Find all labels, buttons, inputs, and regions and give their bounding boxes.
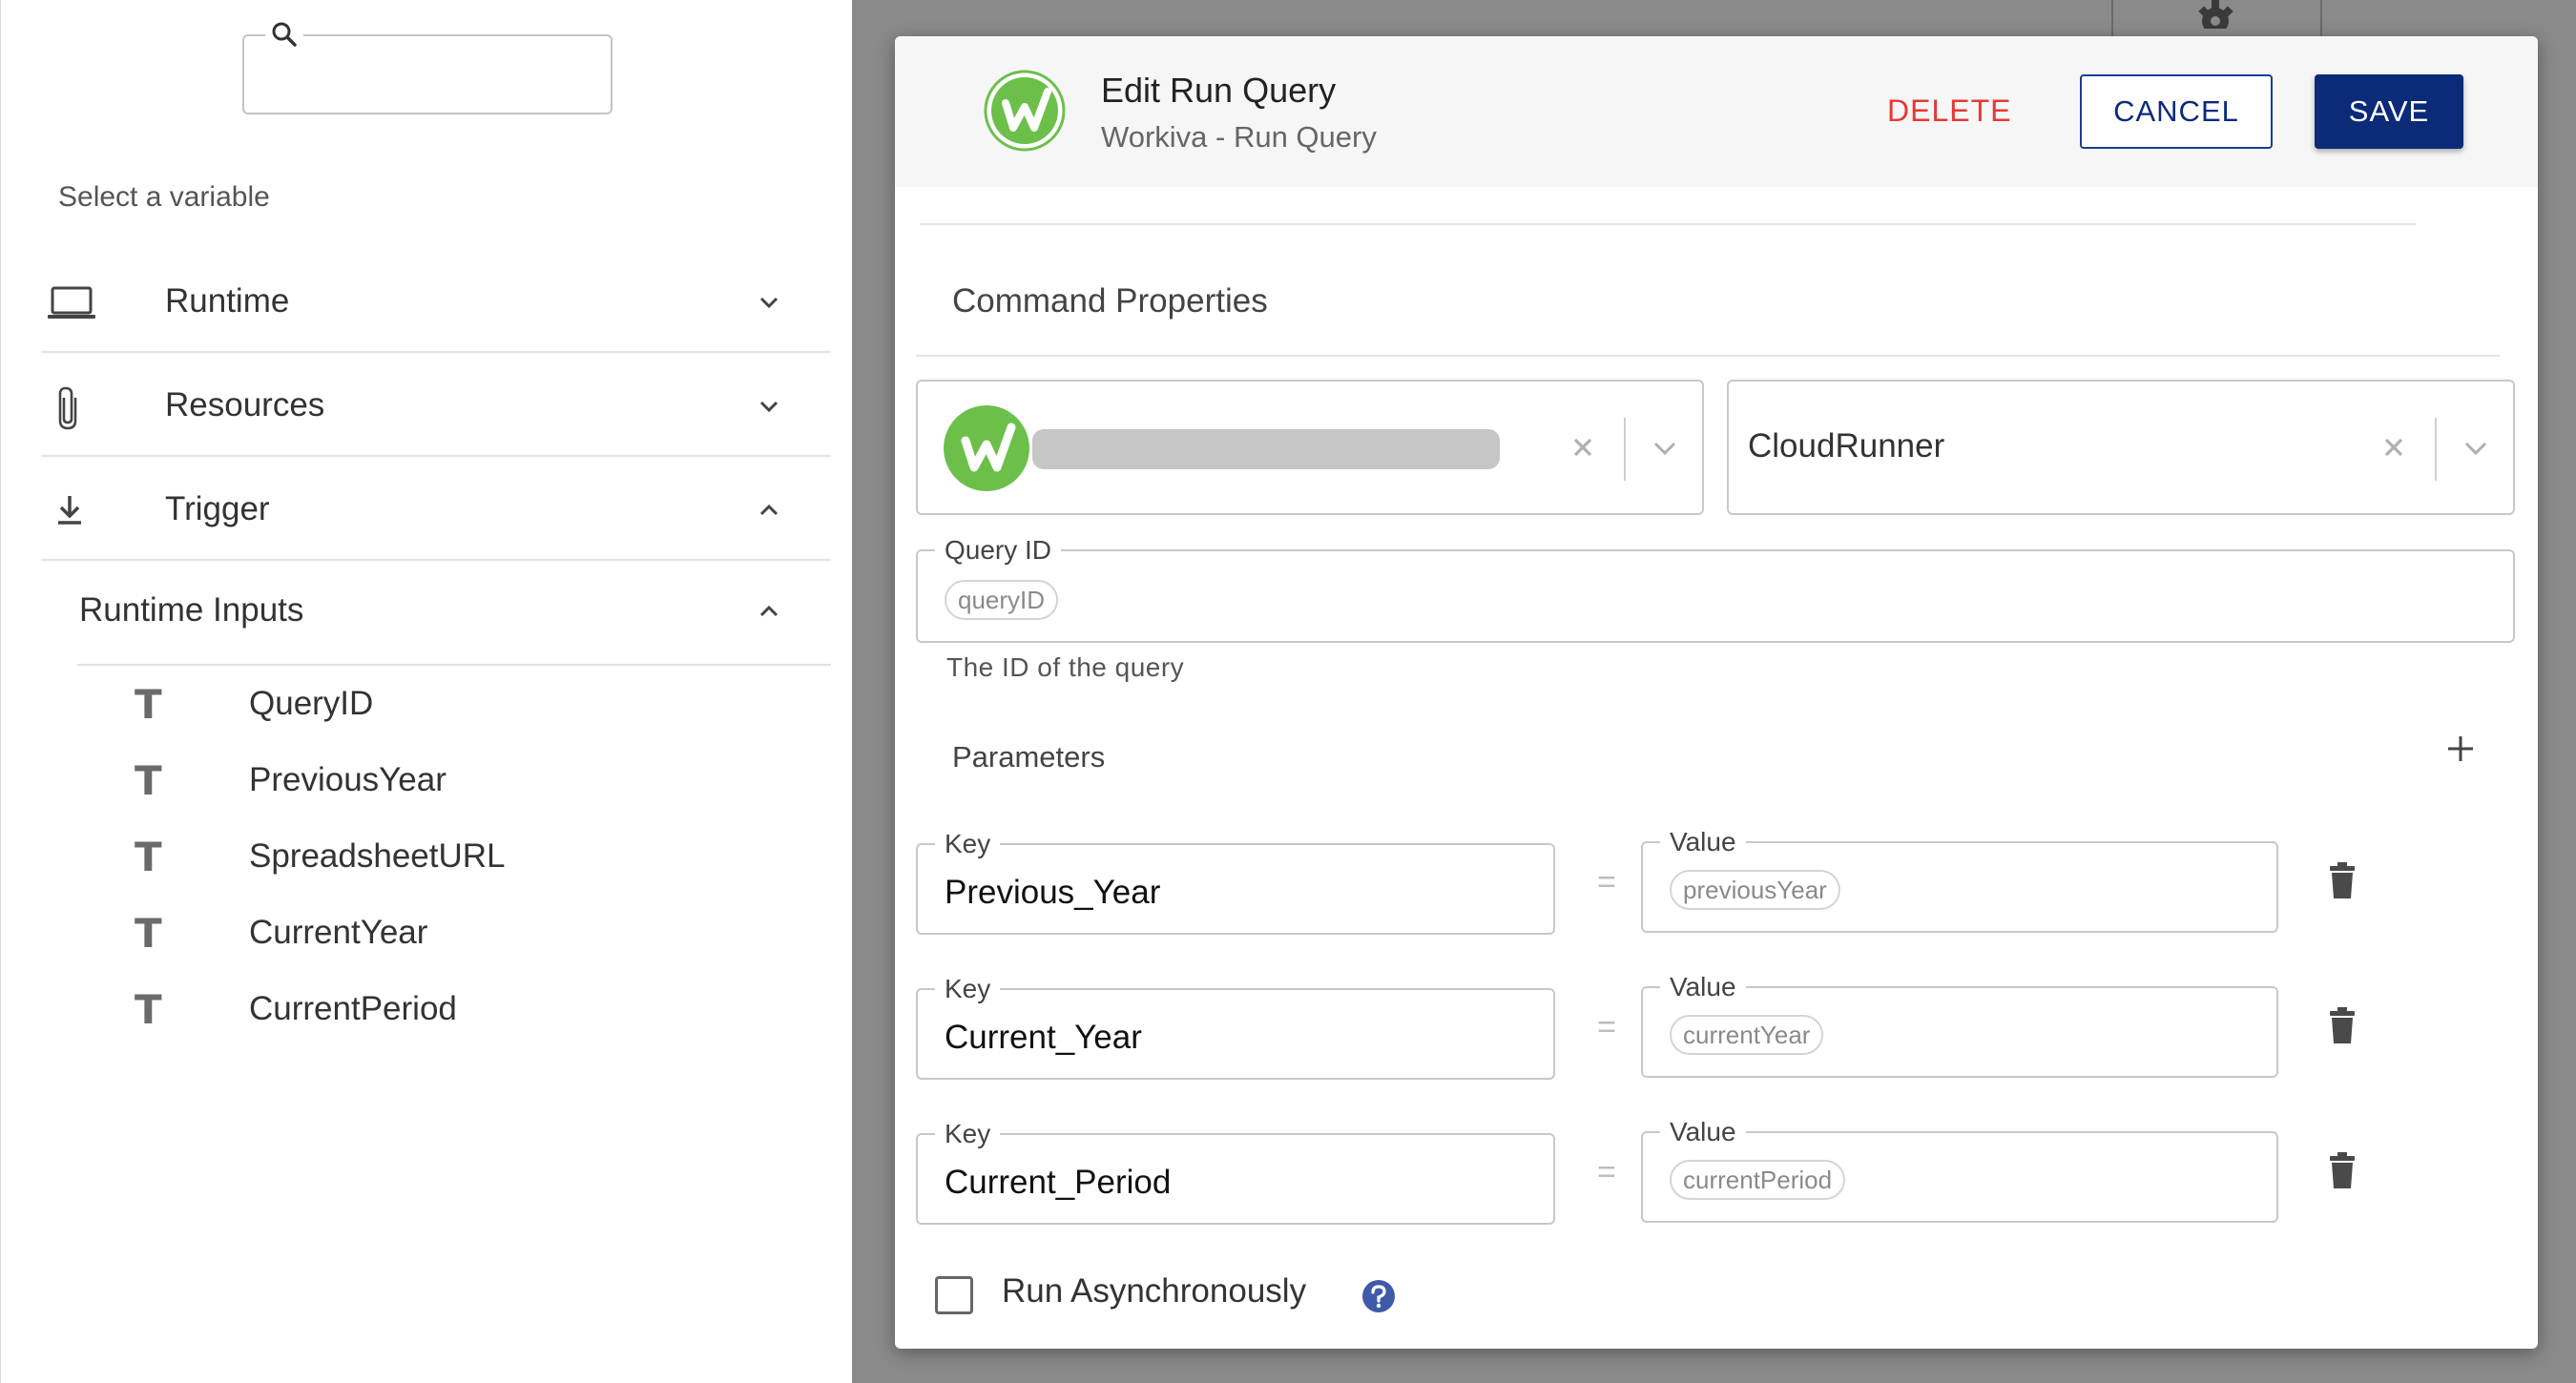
sidebar-section-label: Runtime: [165, 282, 290, 320]
clear-icon[interactable]: [2378, 431, 2410, 464]
backdrop-divider: [2111, 0, 2113, 38]
variable-panel: Select a variable Runtime Resources Trig…: [0, 0, 852, 1383]
save-button[interactable]: SAVE: [2315, 74, 2463, 149]
cancel-button[interactable]: CANCEL: [2080, 74, 2273, 149]
delete-button[interactable]: DELETE: [1887, 93, 2011, 129]
query-id-helper-text: The ID of the query: [946, 652, 1185, 682]
workiva-logo: [943, 404, 1030, 492]
runner-value: CloudRunner: [1748, 427, 1945, 464]
sidebar-section-resources[interactable]: Resources: [41, 354, 831, 457]
chevron-down-icon[interactable]: [755, 392, 783, 421]
sidebar-section-runtime[interactable]: Runtime: [41, 250, 831, 353]
workiva-logo: [983, 69, 1067, 153]
divider: [916, 355, 2500, 357]
query-id-label: Query ID: [935, 536, 1062, 565]
dialog-header: Edit Run Query Workiva - Run Query DELET…: [895, 36, 2538, 187]
variable-name: CurrentYear: [249, 914, 428, 951]
parameter-key-value: Current_Year: [945, 1019, 1142, 1056]
runtime-inputs-group[interactable]: Runtime Inputs: [77, 563, 831, 666]
value-label: Value: [1660, 973, 1746, 1001]
parameter-key-field[interactable]: Key Current_Year: [916, 975, 1555, 1080]
value-label: Value: [1660, 828, 1746, 857]
search-icon: [265, 17, 303, 55]
select-separator: [2435, 418, 2437, 481]
parameter-value-chip[interactable]: currentYear: [1670, 1015, 1824, 1055]
edit-run-query-dialog: Edit Run Query Workiva - Run Query DELET…: [895, 36, 2538, 1349]
parameter-value-chip[interactable]: currentPeriod: [1670, 1160, 1846, 1200]
variable-name: PreviousYear: [249, 761, 447, 798]
variable-item[interactable]: T SpreadsheetURL: [135, 828, 802, 885]
parameter-key-value: Current_Period: [945, 1164, 1172, 1201]
chevron-up-icon[interactable]: [755, 496, 783, 525]
gear-icon: [2194, 0, 2237, 34]
download-icon: [47, 488, 93, 534]
runtime-inputs-label: Runtime Inputs: [79, 591, 304, 629]
key-label: Key: [935, 1120, 1001, 1148]
value-label: Value: [1660, 1118, 1746, 1146]
trash-icon[interactable]: [2326, 862, 2358, 900]
equals-sign: =: [1597, 864, 1616, 900]
sidebar-section-trigger[interactable]: Trigger: [41, 458, 831, 561]
laptop-icon: [47, 280, 95, 326]
variable-item[interactable]: T PreviousYear: [135, 752, 802, 809]
variable-name: SpreadsheetURL: [249, 837, 506, 875]
paperclip-icon: [47, 384, 93, 430]
add-parameter-icon[interactable]: [2442, 731, 2479, 767]
parameter-value-field[interactable]: Value currentYear: [1641, 973, 2278, 1078]
parameter-value-chip[interactable]: previousYear: [1670, 870, 1840, 910]
text-type-icon: T: [135, 986, 162, 1033]
dialog-subtitle: Workiva - Run Query: [1101, 120, 1377, 154]
text-type-icon: T: [135, 910, 162, 957]
equals-sign: =: [1597, 1154, 1616, 1190]
parameter-value-field[interactable]: Value previousYear: [1641, 828, 2278, 933]
variable-name: CurrentPeriod: [249, 990, 457, 1027]
command-properties-title: Command Properties: [952, 282, 1268, 320]
query-id-chip[interactable]: queryID: [945, 580, 1059, 620]
chevron-up-icon[interactable]: [755, 597, 783, 626]
sidebar-section-label: Resources: [165, 386, 325, 423]
select-variable-label: Select a variable: [58, 181, 270, 213]
trash-icon[interactable]: [2326, 1007, 2358, 1045]
backdrop-divider: [2320, 0, 2322, 38]
redacted-account-name: [1032, 429, 1500, 469]
chevron-down-icon[interactable]: [2462, 437, 2490, 460]
variable-item[interactable]: T CurrentPeriod: [135, 980, 802, 1038]
dialog-title: Edit Run Query: [1101, 71, 1337, 110]
select-separator: [1624, 418, 1626, 481]
text-type-icon: T: [135, 834, 162, 880]
equals-sign: =: [1597, 1009, 1616, 1045]
run-async-label: Run Asynchronously: [1002, 1272, 1307, 1310]
runner-select[interactable]: CloudRunner: [1727, 380, 2515, 515]
parameter-key-value: Previous_Year: [945, 874, 1161, 911]
key-label: Key: [935, 975, 1001, 1003]
clear-icon[interactable]: [1567, 431, 1599, 464]
parameters-label: Parameters: [952, 740, 1106, 774]
parameter-value-field[interactable]: Value currentPeriod: [1641, 1118, 2278, 1223]
query-id-field[interactable]: Query ID queryID: [916, 536, 2515, 643]
run-async-checkbox[interactable]: [935, 1276, 973, 1314]
key-label: Key: [935, 830, 1001, 858]
parameter-key-field[interactable]: Key Current_Period: [916, 1120, 1555, 1225]
chevron-down-icon[interactable]: [755, 288, 783, 317]
variable-item[interactable]: T CurrentYear: [135, 904, 802, 961]
text-type-icon: T: [135, 681, 162, 728]
text-type-icon: T: [135, 757, 162, 804]
parameter-key-field[interactable]: Key Previous_Year: [916, 830, 1555, 935]
divider: [920, 223, 2416, 225]
variable-item[interactable]: T QueryID: [135, 675, 802, 733]
help-icon[interactable]: [1361, 1278, 1397, 1314]
trash-icon[interactable]: [2326, 1152, 2358, 1190]
chevron-down-icon[interactable]: [1651, 437, 1679, 460]
variable-name: QueryID: [249, 685, 374, 722]
sidebar-section-label: Trigger: [165, 490, 270, 527]
account-select[interactable]: [916, 380, 1704, 515]
